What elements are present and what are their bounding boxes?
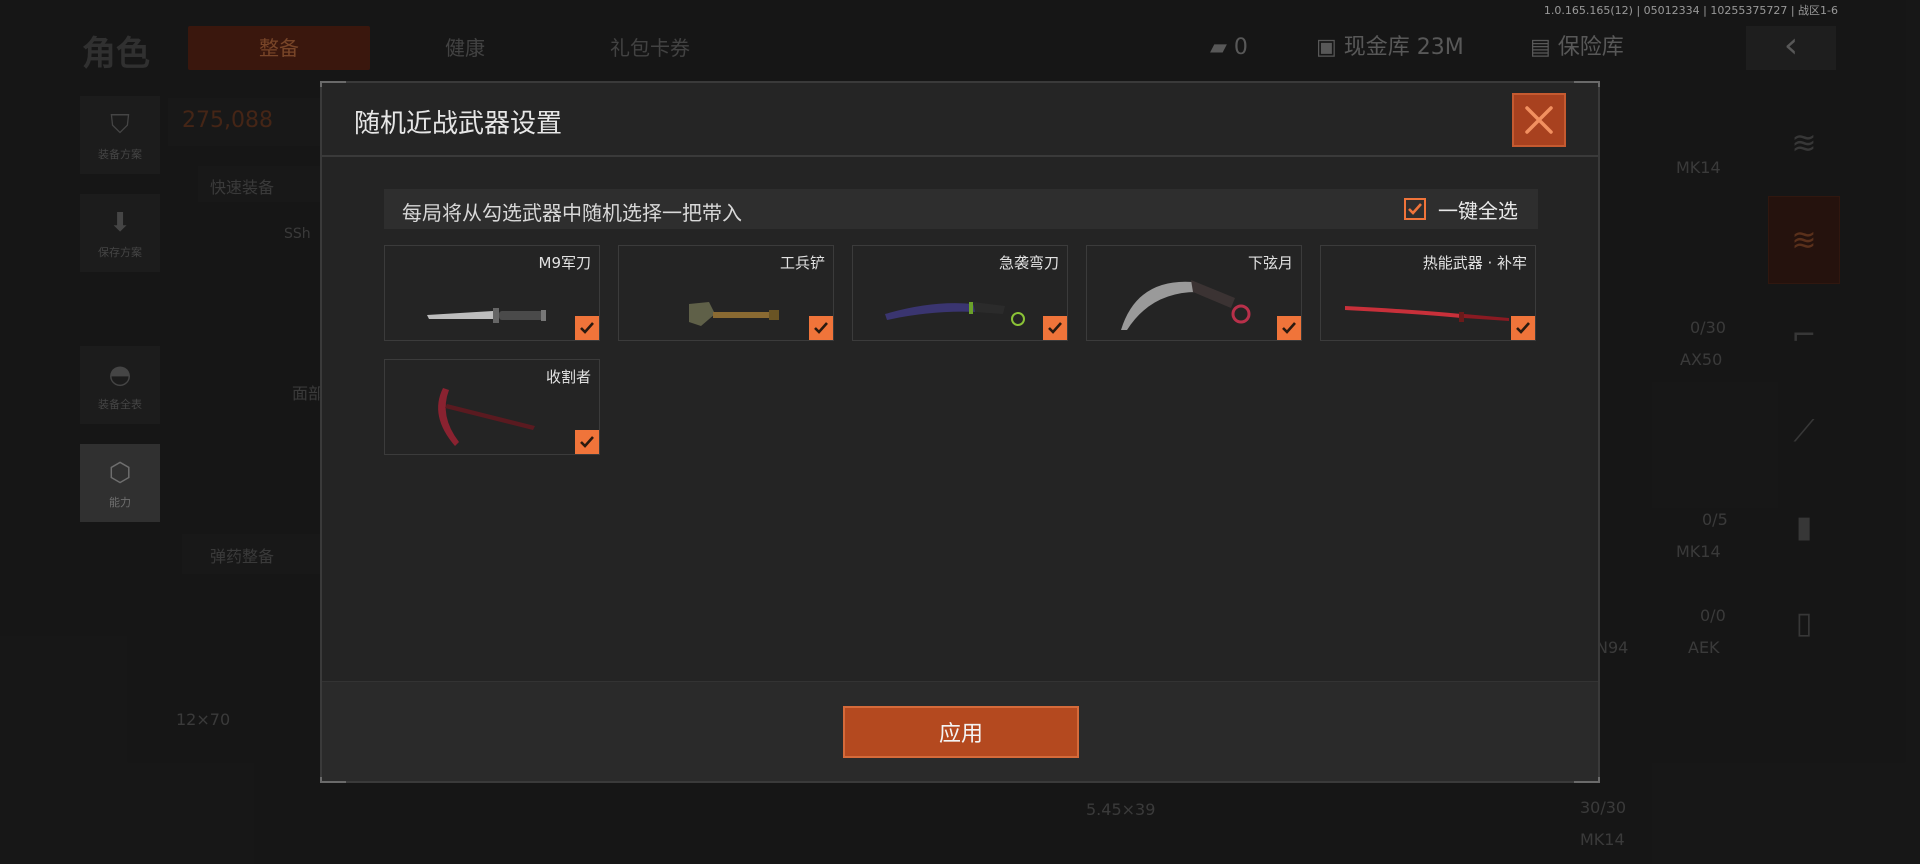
- weapon-card-katana[interactable]: 热能武器 · 补牢: [1320, 245, 1536, 341]
- apply-button[interactable]: 应用: [843, 706, 1079, 758]
- check-icon: [1048, 322, 1062, 334]
- check-icon: [1516, 322, 1530, 334]
- weapon-checkbox[interactable]: [1043, 316, 1067, 340]
- info-text: 每局将从勾选武器中随机选择一把带入: [402, 201, 742, 225]
- weapon-checkbox[interactable]: [1511, 316, 1535, 340]
- weapon-name: 工兵铲: [779, 254, 825, 272]
- modal-footer: 应用: [322, 681, 1598, 781]
- scythe-icon: [438, 388, 535, 446]
- check-icon: [1408, 203, 1422, 215]
- shovel-icon: [689, 302, 779, 326]
- weapon-card-curved-blade[interactable]: 急袭弯刀: [852, 245, 1068, 341]
- select-all-toggle[interactable]: 一键全选: [1404, 195, 1518, 223]
- curved-blade-icon: [885, 302, 1025, 326]
- weapon-card-m9[interactable]: M9军刀: [384, 245, 600, 341]
- weapon-name: 收割者: [545, 368, 591, 386]
- combat-knife-icon: [427, 308, 546, 323]
- weapon-checkbox[interactable]: [575, 430, 599, 454]
- random-melee-modal: 随机近战武器设置 每局将从勾选武器中随机选择一把带入 一键全选 M9军刀 工兵铲…: [320, 81, 1600, 783]
- weapon-checkbox[interactable]: [1277, 316, 1301, 340]
- weapon-name: M9军刀: [538, 254, 592, 272]
- close-button[interactable]: [1512, 93, 1566, 147]
- close-icon: [1525, 106, 1553, 134]
- info-bar: 每局将从勾选武器中随机选择一把带入 一键全选: [384, 189, 1538, 229]
- weapon-card-shovel[interactable]: 工兵铲: [618, 245, 834, 341]
- check-icon: [814, 322, 828, 334]
- weapon-name: 下弦月: [1247, 254, 1293, 272]
- weapon-checkbox[interactable]: [575, 316, 599, 340]
- weapon-checkbox[interactable]: [809, 316, 833, 340]
- weapon-card-karambit[interactable]: 下弦月: [1086, 245, 1302, 341]
- karambit-icon: [1121, 280, 1251, 330]
- modal-title: 随机近战武器设置: [354, 109, 563, 139]
- select-all-checkbox[interactable]: [1404, 198, 1426, 220]
- check-icon: [1282, 322, 1296, 334]
- modal-header: 随机近战武器设置: [322, 83, 1598, 157]
- select-all-label: 一键全选: [1438, 198, 1518, 223]
- weapon-name: 热能武器 · 补牢: [1422, 254, 1527, 272]
- weapon-name: 急袭弯刀: [998, 254, 1059, 272]
- check-icon: [580, 322, 594, 334]
- katana-icon: [1345, 306, 1509, 322]
- check-icon: [580, 436, 594, 448]
- weapon-card-scythe[interactable]: 收割者: [384, 359, 600, 455]
